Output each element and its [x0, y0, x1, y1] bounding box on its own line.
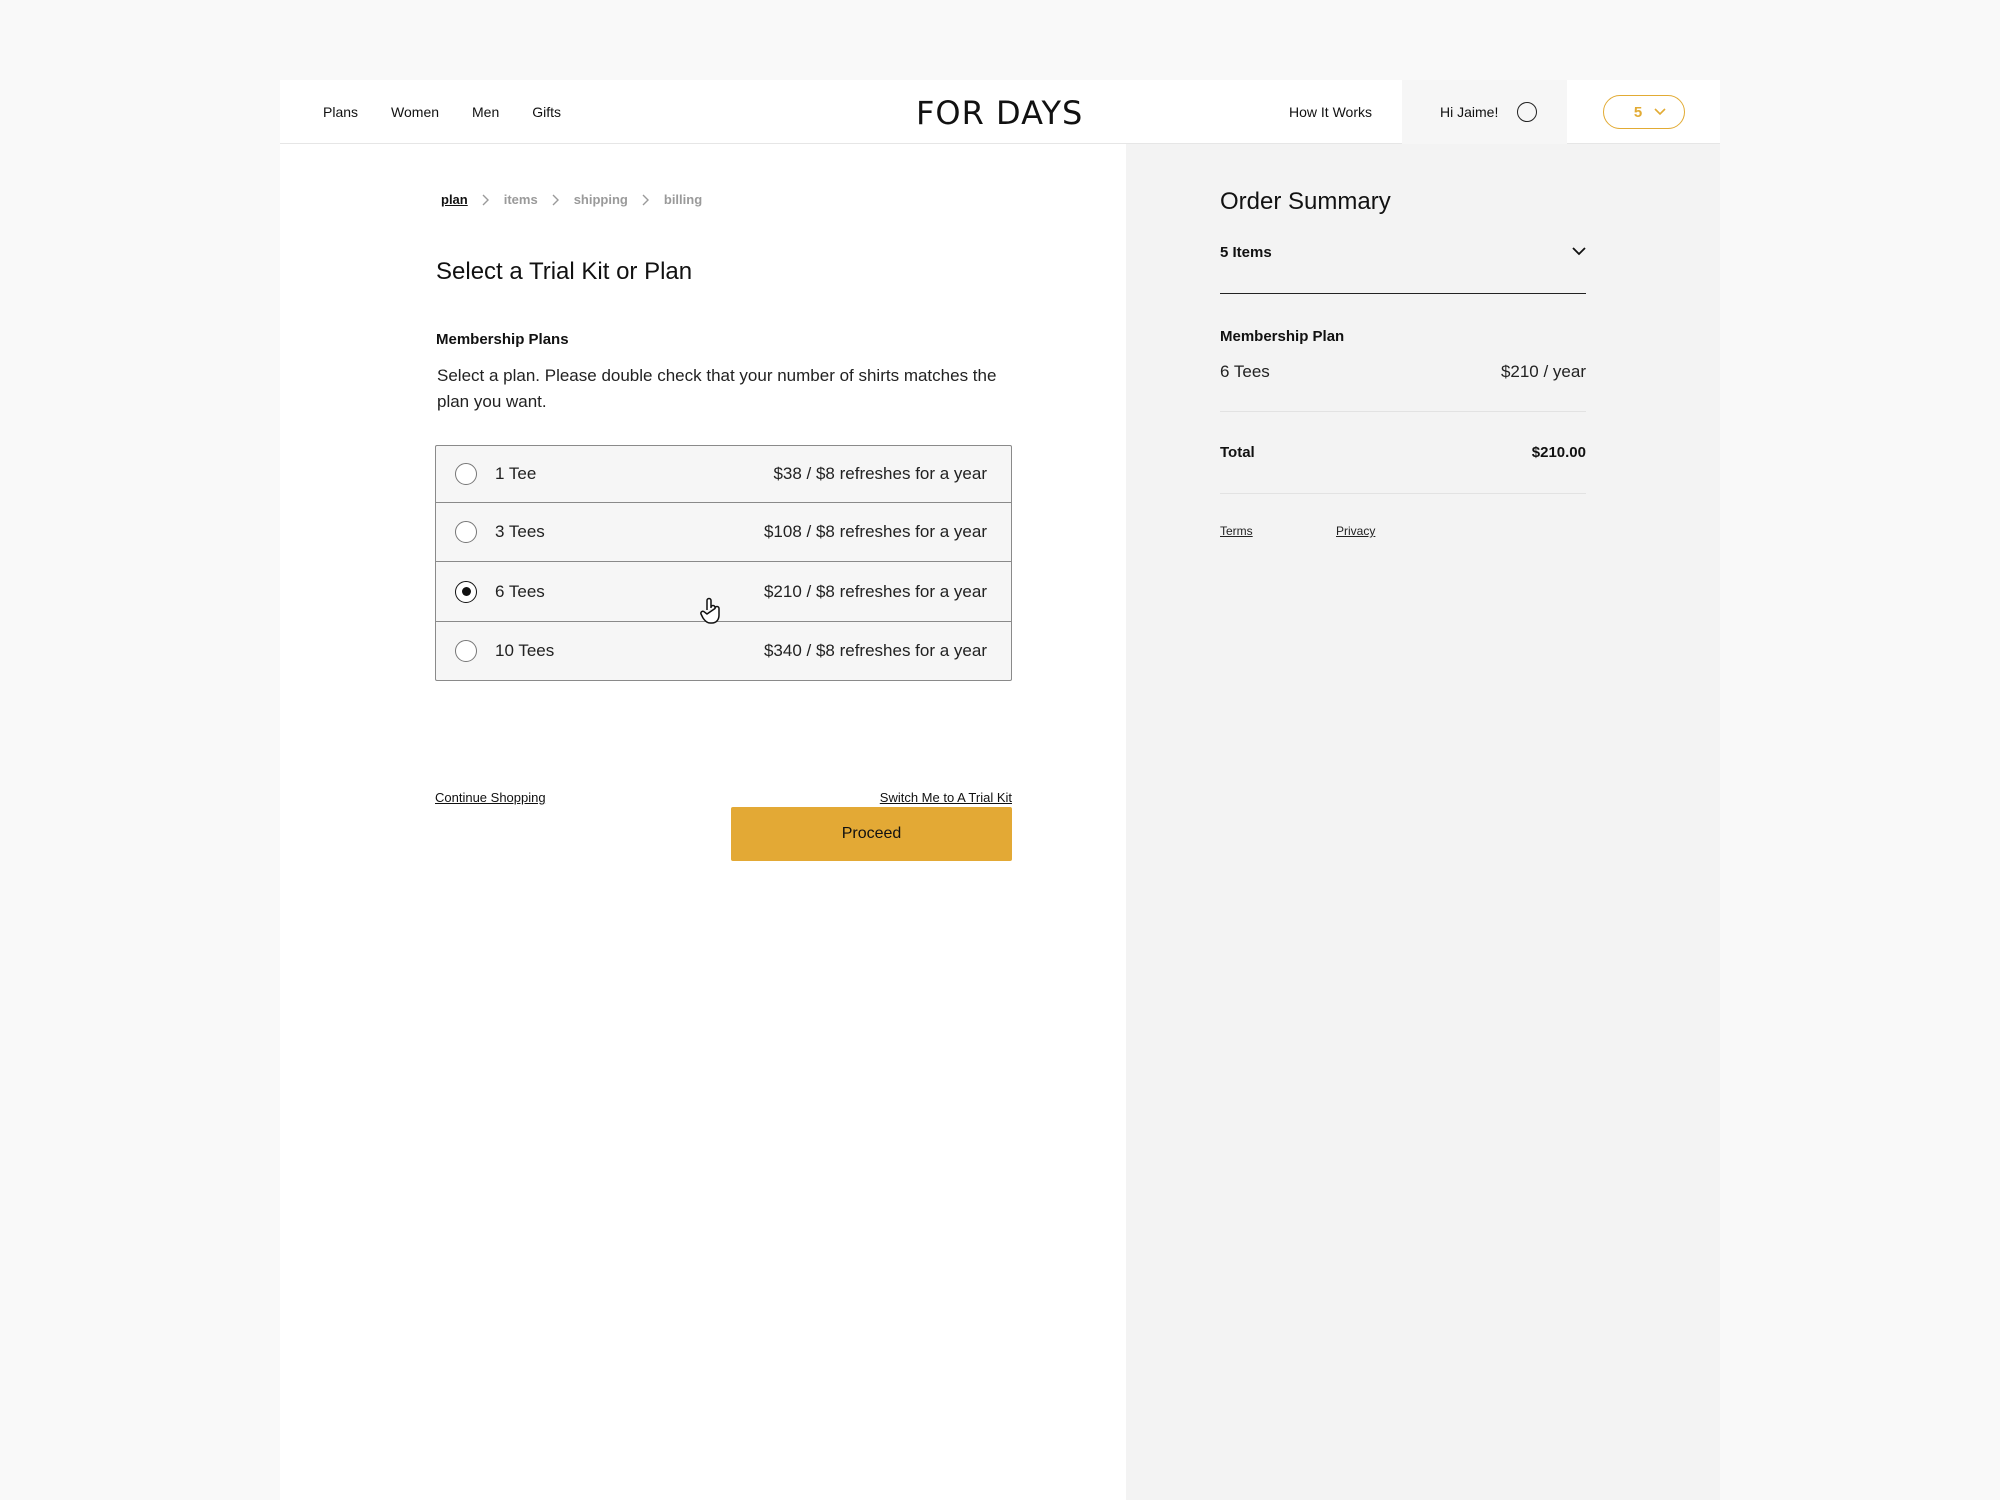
chevron-right-icon — [642, 194, 650, 206]
total-label: Total — [1220, 444, 1255, 461]
chevron-down-icon — [1572, 247, 1586, 256]
plans-description: Select a plan. Please double check that … — [437, 366, 997, 411]
radio-button-selected[interactable] — [455, 580, 477, 603]
plan-option-1-tee[interactable]: 1 Tee $38 / $8 refreshes for a year — [436, 446, 1011, 502]
plan-name: 1 Tee — [495, 464, 537, 483]
continue-shopping-link[interactable]: Continue Shopping — [435, 790, 546, 805]
radio-button[interactable] — [455, 640, 477, 662]
membership-plan-line: 6 Tees $210 / year — [1220, 362, 1586, 412]
hand-cursor-icon — [700, 597, 720, 624]
plan-option-10-tees[interactable]: 10 Tees $340 / $8 refreshes for a year — [436, 621, 1011, 680]
breadcrumb-shipping[interactable]: shipping — [574, 192, 628, 207]
plan-price: $340 / $8 refreshes for a year — [763, 641, 987, 660]
how-it-works-link[interactable]: How It Works — [1289, 104, 1372, 120]
total-line: Total $210.00 — [1220, 444, 1586, 494]
plan-price: $108 / $8 refreshes for a year — [763, 522, 987, 541]
chevron-down-icon — [1654, 108, 1666, 116]
proceed-button[interactable]: Proceed — [731, 807, 1012, 861]
chevron-right-icon — [552, 194, 560, 206]
order-summary-panel: Order Summary 5 Items Membership Plan 6 … — [1126, 144, 1720, 1500]
breadcrumb-items[interactable]: items — [504, 192, 538, 207]
plan-option-3-tees[interactable]: 3 Tees $108 / $8 refreshes for a year — [436, 502, 1011, 561]
nav-gifts[interactable]: Gifts — [532, 104, 561, 120]
user-icon[interactable] — [1517, 102, 1538, 122]
nav-plans[interactable]: Plans — [323, 104, 358, 120]
membership-plans-heading: Membership Plans — [436, 331, 569, 348]
radio-dot — [461, 587, 471, 596]
total-value: $210.00 — [1531, 444, 1586, 461]
radio-button[interactable] — [455, 521, 477, 543]
order-summary-title: Order Summary — [1220, 188, 1391, 215]
brand-logo[interactable]: FOR DAYS — [916, 94, 1083, 132]
main-nav: Plans Women Men Gifts — [323, 80, 594, 144]
cart-count: 5 — [1633, 103, 1643, 121]
items-count: 5 Items — [1220, 244, 1272, 261]
membership-plan-heading: Membership Plan — [1220, 328, 1345, 345]
site-header: Plans Women Men Gifts FOR DAYS How It Wo… — [280, 80, 1720, 144]
legal-links: Terms Privacy — [1220, 524, 1375, 538]
plan-line-price: $210 / year — [1500, 362, 1586, 381]
plan-price: $38 / $8 refreshes for a year — [773, 464, 987, 483]
cart-button[interactable]: 5 — [1603, 95, 1685, 129]
plan-price: $210 / $8 refreshes for a year — [763, 581, 987, 601]
breadcrumb-plan[interactable]: plan — [441, 192, 468, 207]
privacy-link[interactable]: Privacy — [1336, 524, 1375, 538]
nav-men[interactable]: Men — [472, 104, 499, 120]
nav-women[interactable]: Women — [391, 104, 439, 120]
plan-options: 1 Tee $38 / $8 refreshes for a year 3 Te… — [435, 445, 1012, 681]
account-menu[interactable]: Hi Jaime! — [1402, 80, 1567, 144]
radio-button[interactable] — [455, 463, 477, 485]
chevron-right-icon — [482, 194, 490, 206]
breadcrumb-billing[interactable]: billing — [664, 192, 702, 207]
greeting-text: Hi Jaime! — [1440, 104, 1499, 120]
plan-line-name: 6 Tees — [1220, 362, 1270, 381]
items-toggle[interactable]: 5 Items — [1220, 244, 1586, 294]
terms-link[interactable]: Terms — [1220, 524, 1253, 538]
plan-name: 3 Tees — [495, 522, 545, 541]
plan-name: 6 Tees — [495, 581, 545, 601]
breadcrumb: plan items shipping billing — [441, 192, 702, 207]
switch-trial-kit-link[interactable]: Switch Me to A Trial Kit — [880, 790, 1012, 805]
checkout-page: Plans Women Men Gifts FOR DAYS How It Wo… — [280, 80, 1720, 1500]
plan-option-6-tees[interactable]: 6 Tees $210 / $8 refreshes for a year — [436, 561, 1011, 621]
plan-name: 10 Tees — [495, 641, 555, 660]
page-title: Select a Trial Kit or Plan — [436, 258, 693, 285]
